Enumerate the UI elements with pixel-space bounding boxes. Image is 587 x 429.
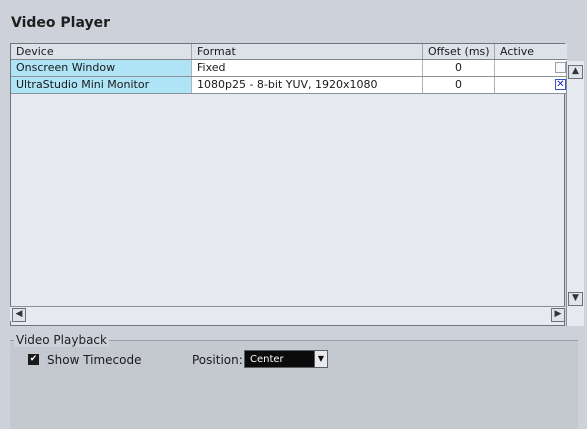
group-label: Video Playback — [14, 333, 109, 347]
column-header-device[interactable]: Device — [11, 44, 192, 59]
active-cell — [495, 60, 567, 76]
chevron-left-icon[interactable]: ◀ — [12, 308, 26, 322]
checkmark-icon: ✔ — [29, 354, 38, 364]
active-checkbox[interactable] — [555, 62, 566, 73]
table-row[interactable]: UltraStudio Mini Monitor 1080p25 - 8-bit… — [11, 77, 567, 94]
chevron-up-icon[interactable]: ▲ — [568, 65, 583, 79]
show-timecode-label[interactable]: Show Timecode — [47, 353, 142, 367]
horizontal-scrollbar[interactable]: ◀ ▶ — [10, 306, 565, 322]
format-cell[interactable]: 1080p25 - 8-bit YUV, 1920x1080 — [192, 77, 423, 93]
check-x-icon: ✕ — [556, 79, 565, 90]
device-cell[interactable]: Onscreen Window — [11, 60, 192, 76]
device-table: Device Format Offset (ms) Active Onscree… — [10, 43, 584, 326]
position-select[interactable]: Center ▼ — [244, 350, 328, 368]
table-header: Device Format Offset (ms) Active — [11, 44, 567, 60]
position-value: Center — [250, 354, 284, 365]
format-cell[interactable]: Fixed — [192, 60, 423, 76]
chevron-down-icon[interactable]: ▼ — [314, 351, 327, 367]
offset-cell[interactable]: 0 — [423, 77, 495, 93]
table-row[interactable]: Onscreen Window Fixed 0 — [11, 60, 567, 77]
chevron-right-icon[interactable]: ▶ — [551, 308, 565, 322]
active-checkbox[interactable]: ✕ — [555, 79, 566, 90]
column-header-active[interactable]: Active — [495, 44, 567, 59]
active-cell: ✕ — [495, 77, 567, 93]
column-header-format[interactable]: Format — [192, 44, 423, 59]
vertical-scrollbar[interactable]: ▲ ▼ — [566, 61, 584, 326]
column-header-offset[interactable]: Offset (ms) — [423, 44, 495, 59]
position-label: Position: — [192, 353, 243, 367]
chevron-down-icon[interactable]: ▼ — [568, 292, 583, 306]
device-cell[interactable]: UltraStudio Mini Monitor — [11, 77, 192, 93]
panel-title: Video Player — [11, 15, 110, 31]
show-timecode-checkbox[interactable]: ✔ — [28, 354, 39, 365]
offset-cell[interactable]: 0 — [423, 60, 495, 76]
